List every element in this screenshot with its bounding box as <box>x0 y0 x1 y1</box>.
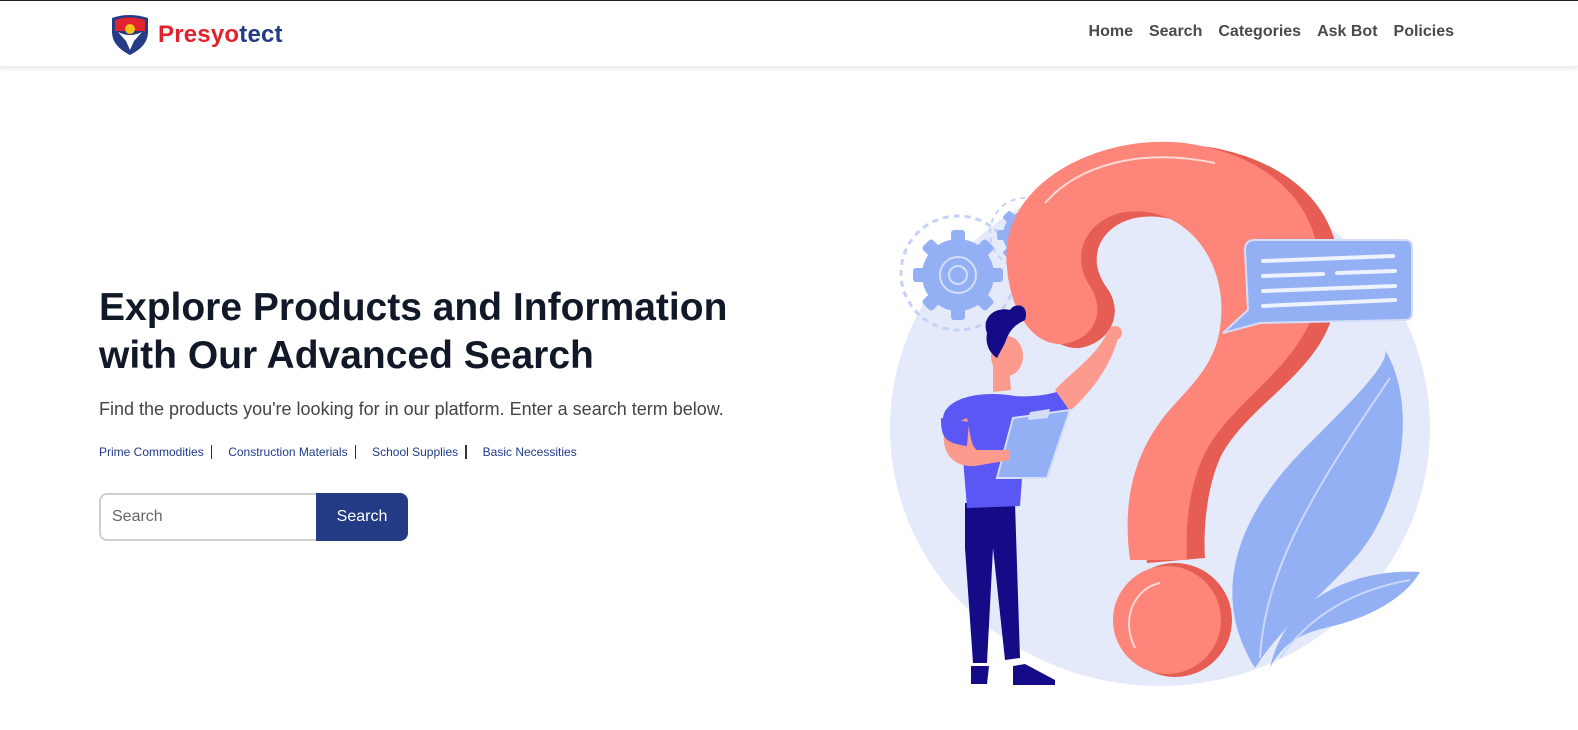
chat-bubble-icon <box>1222 239 1413 334</box>
gear-icon <box>913 230 1003 320</box>
nav-item-home[interactable]: Home <box>1089 23 1133 41</box>
nav-item-ask-bot[interactable]: Ask Bot <box>1317 23 1377 41</box>
hero-title: Explore Products and Information with Ou… <box>99 286 728 377</box>
category-separator <box>210 445 213 459</box>
category-separator <box>354 445 357 459</box>
shield-logo-icon <box>112 15 148 55</box>
hero-subtitle: Find the products you're looking for in … <box>99 399 724 419</box>
main-nav: Home Search Categories Ask Bot Policies <box>1089 23 1454 41</box>
search-form: Search <box>99 493 408 541</box>
category-link-prime-commodities[interactable]: Prime Commodities <box>99 445 204 459</box>
brand-name-part-a: Presyo <box>158 21 240 48</box>
brand-logo-link[interactable]: Presyotect <box>110 13 283 57</box>
category-link-construction-materials[interactable]: Construction Materials <box>228 445 347 459</box>
search-input[interactable] <box>99 493 316 541</box>
nav-item-search[interactable]: Search <box>1149 23 1202 41</box>
brand-name-part-b: tect <box>239 21 283 48</box>
nav-item-categories[interactable]: Categories <box>1218 23 1301 41</box>
navbar: Presyotect Home Search Categories Ask Bo… <box>0 1 1578 67</box>
hero-illustration <box>890 141 1430 686</box>
brand-name: Presyotect <box>158 21 283 49</box>
nav-item-policies[interactable]: Policies <box>1394 23 1454 41</box>
search-button[interactable]: Search <box>316 493 408 541</box>
category-links: Prime Commodities Construction Materials… <box>99 445 577 459</box>
category-separator <box>465 445 467 459</box>
category-link-school-supplies[interactable]: School Supplies <box>372 445 458 459</box>
category-link-basic-necessities[interactable]: Basic Necessities <box>483 445 577 459</box>
